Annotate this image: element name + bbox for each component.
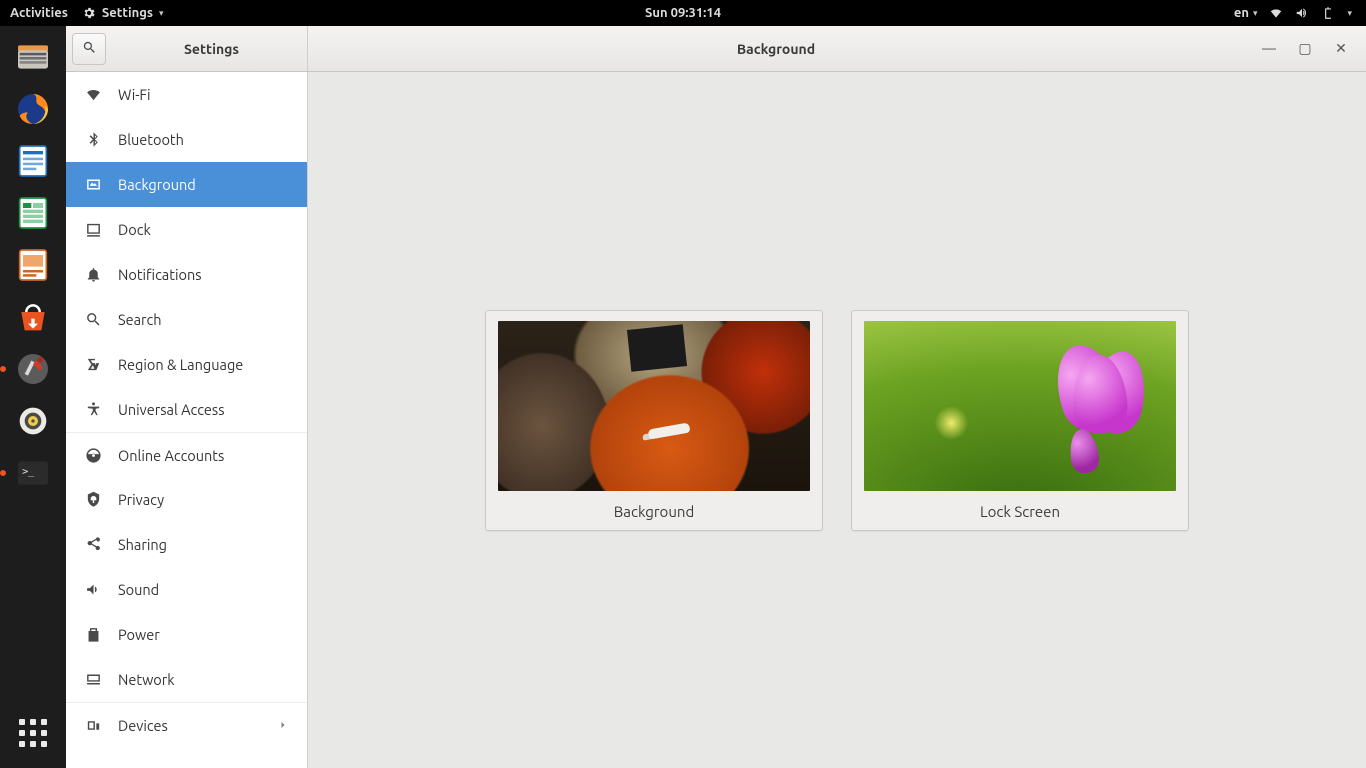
settings-sidebar[interactable]: Wi-Fi Bluetooth Background Dock Notification… (66, 72, 308, 768)
sidebar-item-region[interactable]: Region & Language (66, 342, 307, 387)
notifications-icon (84, 266, 102, 284)
sidebar-item-label: Wi-Fi (118, 86, 151, 103)
background-panel: Background Lock Screen (308, 72, 1366, 768)
sidebar-item-privacy[interactable]: Privacy (66, 477, 307, 522)
activities-button[interactable]: Activities (10, 6, 68, 20)
sidebar-item-label: Region & Language (118, 356, 243, 373)
dock-writer[interactable] (8, 136, 58, 186)
svg-text:>_: >_ (22, 467, 35, 478)
grid-icon (19, 719, 47, 747)
volume-icon[interactable] (1295, 6, 1309, 20)
settings-window: Settings Background — ▢ ✕ Wi-Fi Bluetooth… (66, 26, 1366, 768)
sidebar-item-sound[interactable]: Sound (66, 567, 307, 612)
wifi-icon (84, 86, 102, 104)
chevron-down-icon: ▾ (1253, 8, 1258, 19)
power-icon (84, 626, 102, 644)
sidebar-item-label: Bluetooth (118, 131, 184, 148)
dock-files[interactable] (8, 32, 58, 82)
dock-icon (84, 221, 102, 239)
chevron-down-icon: ▾ (159, 8, 164, 19)
app-menu[interactable]: Settings ▾ (82, 6, 164, 20)
system-menu-chevron-icon[interactable]: ▾ (1347, 8, 1352, 19)
sidebar-item-online[interactable]: Online Accounts (66, 432, 307, 477)
privacy-icon (84, 491, 102, 509)
clock[interactable]: Sun 09:31:14 (645, 6, 721, 20)
sidebar-item-search[interactable]: Search (66, 297, 307, 342)
show-applications-button[interactable] (8, 708, 58, 758)
window-controls: — ▢ ✕ (1244, 40, 1366, 57)
sidebar-item-label: Privacy (118, 491, 164, 508)
maximize-button[interactable]: ▢ (1298, 40, 1312, 57)
background-icon (84, 176, 102, 194)
network-icon (84, 671, 102, 689)
sidebar-item-network[interactable]: Network (66, 657, 307, 702)
background-label: Background (498, 501, 810, 520)
lockscreen-chooser[interactable]: Lock Screen (851, 310, 1189, 531)
bluetooth-icon (84, 131, 102, 149)
sidebar-item-label: Dock (118, 221, 151, 238)
background-preview (498, 321, 810, 491)
dock-calc[interactable] (8, 188, 58, 238)
dock-rhythmbox[interactable] (8, 396, 58, 446)
sidebar-item-background[interactable]: Background (66, 162, 307, 207)
lockscreen-preview (864, 321, 1176, 491)
search-icon (82, 40, 97, 58)
sidebar-item-label: Notifications (118, 266, 202, 283)
dock-terminal[interactable]: >_ (8, 448, 58, 498)
sidebar-search-button[interactable] (72, 33, 106, 65)
sidebar-item-dock[interactable]: Dock (66, 207, 307, 252)
dock-software[interactable] (8, 292, 58, 342)
search-icon (84, 311, 102, 329)
sidebar-item-wifi[interactable]: Wi-Fi (66, 72, 307, 117)
dock-firefox[interactable] (8, 84, 58, 134)
region-icon (84, 356, 102, 374)
sharing-icon (84, 536, 102, 554)
sidebar-item-label: Sharing (118, 536, 167, 553)
input-language-indicator[interactable]: en ▾ (1234, 6, 1258, 20)
sidebar-item-label: Devices (118, 717, 168, 734)
sidebar-item-sharing[interactable]: Sharing (66, 522, 307, 567)
sidebar-item-label: Power (118, 626, 160, 643)
sidebar-item-label: Universal Access (118, 401, 225, 418)
sidebar-item-power[interactable]: Power (66, 612, 307, 657)
battery-icon[interactable] (1321, 6, 1335, 20)
sound-icon (84, 581, 102, 599)
close-button[interactable]: ✕ (1334, 40, 1348, 57)
sidebar-item-bluetooth[interactable]: Bluetooth (66, 117, 307, 162)
gnome-topbar: Activities Settings ▾ Sun 09:31:14 en ▾ … (0, 0, 1366, 26)
minimize-button[interactable]: — (1262, 40, 1276, 57)
universal-icon (84, 401, 102, 419)
sidebar-item-label: Online Accounts (118, 447, 224, 464)
sidebar-item-label: Network (118, 671, 175, 688)
lang-label: en (1234, 6, 1249, 20)
sidebar-title: Settings (116, 41, 307, 57)
chevron-right-icon (277, 717, 289, 734)
lockscreen-label: Lock Screen (864, 501, 1176, 520)
dock-settings[interactable] (8, 344, 58, 394)
page-title: Background (308, 41, 1244, 57)
dock-impress[interactable] (8, 240, 58, 290)
sidebar-item-universal[interactable]: Universal Access (66, 387, 307, 432)
ubuntu-dock: >_ (0, 26, 66, 768)
network-wifi-icon[interactable] (1269, 6, 1283, 20)
sidebar-item-label: Background (118, 176, 196, 193)
sidebar-item-notifications[interactable]: Notifications (66, 252, 307, 297)
sidebar-item-devices[interactable]: Devices (66, 702, 307, 747)
online-icon (84, 446, 102, 464)
app-menu-label: Settings (102, 6, 153, 20)
window-headerbar: Settings Background — ▢ ✕ (66, 26, 1366, 72)
devices-icon (84, 716, 102, 734)
settings-gear-icon (82, 6, 96, 20)
sidebar-item-label: Search (118, 311, 162, 328)
background-chooser[interactable]: Background (485, 310, 823, 531)
sidebar-item-label: Sound (118, 581, 159, 598)
